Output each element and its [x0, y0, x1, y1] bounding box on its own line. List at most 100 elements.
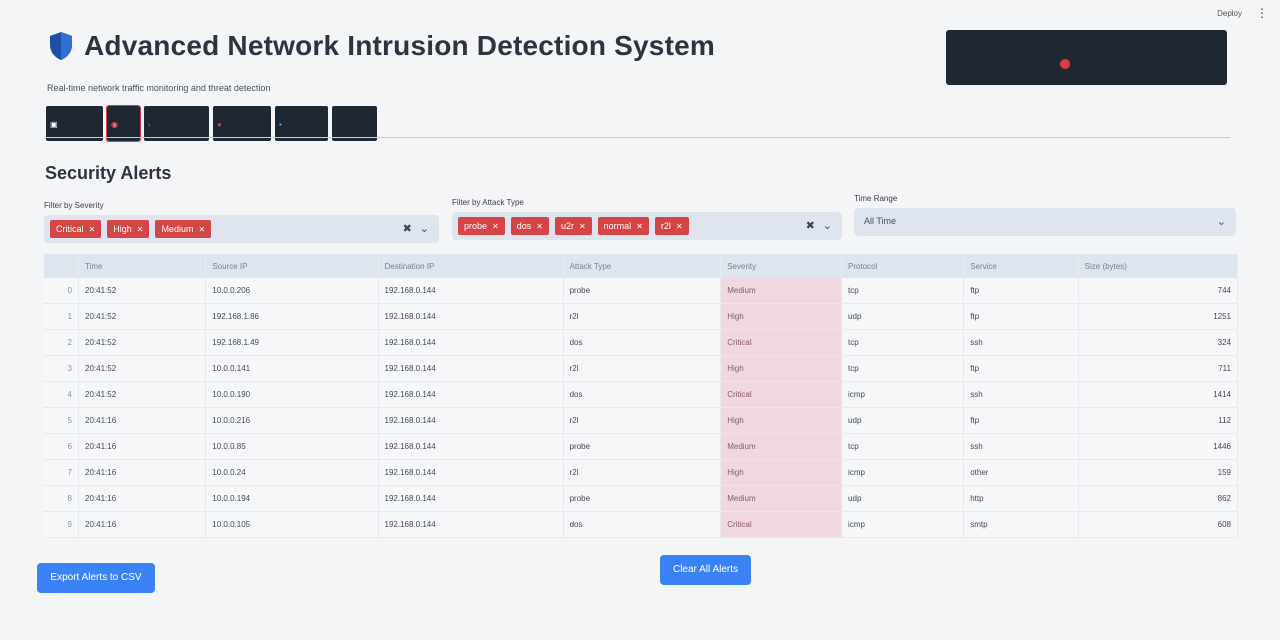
destination-ip-cell: 192.168.0.144 [378, 381, 564, 408]
severity-chip[interactable]: Medium ✕ [155, 220, 212, 238]
chevron-down-icon[interactable]: ⌄ [1217, 215, 1226, 228]
table-row[interactable]: 1 20:41:52 192.168.1.86 192.168.0.144 r2l Hig… [44, 303, 1239, 330]
destination-ip-cell: 192.168.0.144 [378, 485, 564, 512]
attack-type-filter-label: Filter by Attack Type [452, 198, 524, 207]
table-row[interactable]: 8 20:41:16 10.0.0.194 192.168.0.144 probe Med… [44, 485, 1239, 512]
column-header[interactable]: Destination IP [378, 254, 564, 278]
remove-chip-icon[interactable]: ✕ [137, 225, 144, 234]
severity-cell: Critical [720, 511, 843, 538]
clear-alerts-button[interactable]: Clear All Alerts [660, 555, 751, 585]
protocol-cell: icmp [841, 381, 965, 408]
remove-chip-icon[interactable]: ✕ [636, 222, 643, 231]
tab-traffic[interactable]: › [144, 106, 209, 141]
column-header[interactable] [44, 254, 79, 278]
table-row[interactable]: 6 20:41:16 10.0.0.85 192.168.0.144 probe Medi… [44, 433, 1239, 460]
destination-ip-cell: 192.168.0.144 [378, 329, 564, 356]
attack-type-cell: probe [563, 278, 722, 304]
tab-recording[interactable]: ● [213, 106, 271, 141]
record-icon: ● [217, 120, 222, 129]
attack-type-chip[interactable]: u2r ✕ [554, 217, 592, 235]
tab-settings[interactable] [332, 106, 377, 141]
attack-type-chip[interactable]: normal ✕ [597, 217, 649, 235]
section-title: Security Alerts [45, 163, 172, 183]
remove-chip-icon[interactable]: ✕ [536, 222, 543, 231]
tab-dashboard[interactable]: ▣ [46, 106, 103, 141]
size-cell: 112 [1078, 407, 1239, 434]
table-row[interactable]: 4 20:41:52 10.0.0.190 192.168.0.144 dos Criti… [44, 381, 1239, 408]
deploy-button[interactable]: Deploy [1217, 9, 1242, 18]
tab-logs[interactable]: ▪ [275, 106, 328, 141]
alerts-table[interactable]: Time Source IP Destination IP Attack Typ… [44, 254, 1239, 538]
time-cell: 20:41:52 [78, 355, 207, 382]
remove-chip-icon[interactable]: ✕ [579, 222, 586, 231]
shield-icon [50, 32, 72, 60]
source-ip-cell: 10.0.0.105 [205, 511, 379, 538]
page-header: Advanced Network Intrusion Detection Sys… [48, 30, 715, 62]
clear-selection-icon[interactable]: ✖ [403, 222, 412, 235]
attack-type-filter[interactable]: probe ✕ dos ✕ u2r ✕ normal ✕ r2l ✕ ✖ ⌄ [452, 212, 842, 240]
time-range-select[interactable]: All Time ⌄ [854, 208, 1236, 236]
table-row[interactable]: 0 20:41:52 10.0.0.206 192.168.0.144 probe Med… [44, 278, 1239, 304]
time-cell: 20:41:52 [78, 278, 207, 304]
size-cell: 862 [1078, 485, 1239, 512]
protocol-cell: tcp [841, 355, 965, 382]
service-cell: smtp [963, 511, 1079, 538]
severity-filter-label: Filter by Severity [44, 201, 104, 210]
tab-divider [46, 137, 1230, 138]
column-header[interactable]: Time [78, 254, 207, 278]
attack-type-chip[interactable]: dos ✕ [510, 217, 549, 235]
remove-chip-icon[interactable]: ✕ [492, 222, 499, 231]
page-title: Advanced Network Intrusion Detection Sys… [84, 30, 715, 61]
attack-type-chip[interactable]: r2l ✕ [654, 217, 689, 235]
row-index: 2 [44, 329, 79, 356]
status-panel [946, 30, 1227, 85]
chevron-down-icon[interactable]: ⌄ [823, 219, 832, 232]
destination-ip-cell: 192.168.0.144 [378, 278, 564, 304]
attack-type-cell: probe [563, 433, 722, 460]
column-header[interactable]: Attack Type [563, 254, 722, 278]
table-row[interactable]: 5 20:41:16 10.0.0.216 192.168.0.144 r2l High u… [44, 407, 1239, 434]
row-index: 4 [44, 381, 79, 408]
remove-chip-icon[interactable]: ✕ [89, 225, 96, 234]
attack-type-cell: dos [563, 511, 722, 538]
column-header[interactable]: Severity [720, 254, 843, 278]
time-cell: 20:41:52 [78, 329, 207, 356]
table-row[interactable]: 9 20:41:16 10.0.0.105 192.168.0.144 dos Criti… [44, 511, 1239, 538]
remove-chip-icon[interactable]: ✕ [676, 222, 683, 231]
table-row[interactable]: 2 20:41:52 192.168.1.49 192.168.0.144 dos Cri… [44, 329, 1239, 356]
export-csv-button[interactable]: Export Alerts to CSV [37, 563, 155, 593]
clear-selection-icon[interactable]: ✖ [806, 219, 815, 232]
size-cell: 1414 [1078, 381, 1239, 408]
alert-icon: ◉ [111, 120, 118, 129]
remove-chip-icon[interactable]: ✕ [198, 225, 205, 234]
list-icon: ▪ [279, 120, 282, 129]
attack-type-cell: r2l [563, 407, 722, 434]
column-header[interactable]: Size (bytes) [1078, 254, 1239, 278]
column-header[interactable]: Source IP [205, 254, 379, 278]
attack-type-cell: dos [563, 329, 722, 356]
chevron-down-icon[interactable]: ⌄ [420, 222, 429, 235]
severity-cell: High [720, 407, 843, 434]
destination-ip-cell: 192.168.0.144 [378, 355, 564, 382]
size-cell: 1251 [1078, 303, 1239, 330]
attack-type-chip[interactable]: probe ✕ [458, 217, 505, 235]
table-row[interactable]: 7 20:41:16 10.0.0.24 192.168.0.144 r2l High ic… [44, 459, 1239, 486]
attack-type-cell: r2l [563, 303, 722, 330]
time-cell: 20:41:52 [78, 303, 207, 330]
column-header[interactable]: Protocol [841, 254, 965, 278]
attack-type-cell: probe [563, 485, 722, 512]
severity-cell: Medium [720, 433, 843, 460]
row-index: 0 [44, 278, 79, 304]
row-index: 6 [44, 433, 79, 460]
severity-chip[interactable]: Critical ✕ [50, 220, 102, 238]
table-row[interactable]: 3 20:41:52 10.0.0.141 192.168.0.144 r2l High t… [44, 355, 1239, 382]
severity-cell: Medium [720, 485, 843, 512]
column-header[interactable]: Service [963, 254, 1079, 278]
severity-filter[interactable]: Critical ✕ High ✕ Medium ✕ ✖ ⌄ [44, 215, 439, 243]
source-ip-cell: 10.0.0.194 [205, 485, 379, 512]
main-menu-icon[interactable]: ⋮ [1256, 6, 1268, 20]
size-cell: 324 [1078, 329, 1239, 356]
page-subtitle: Real-time network traffic monitoring and… [47, 83, 271, 93]
severity-chip[interactable]: High ✕ [107, 220, 150, 238]
tab-alerts[interactable]: ◉ [106, 105, 141, 142]
